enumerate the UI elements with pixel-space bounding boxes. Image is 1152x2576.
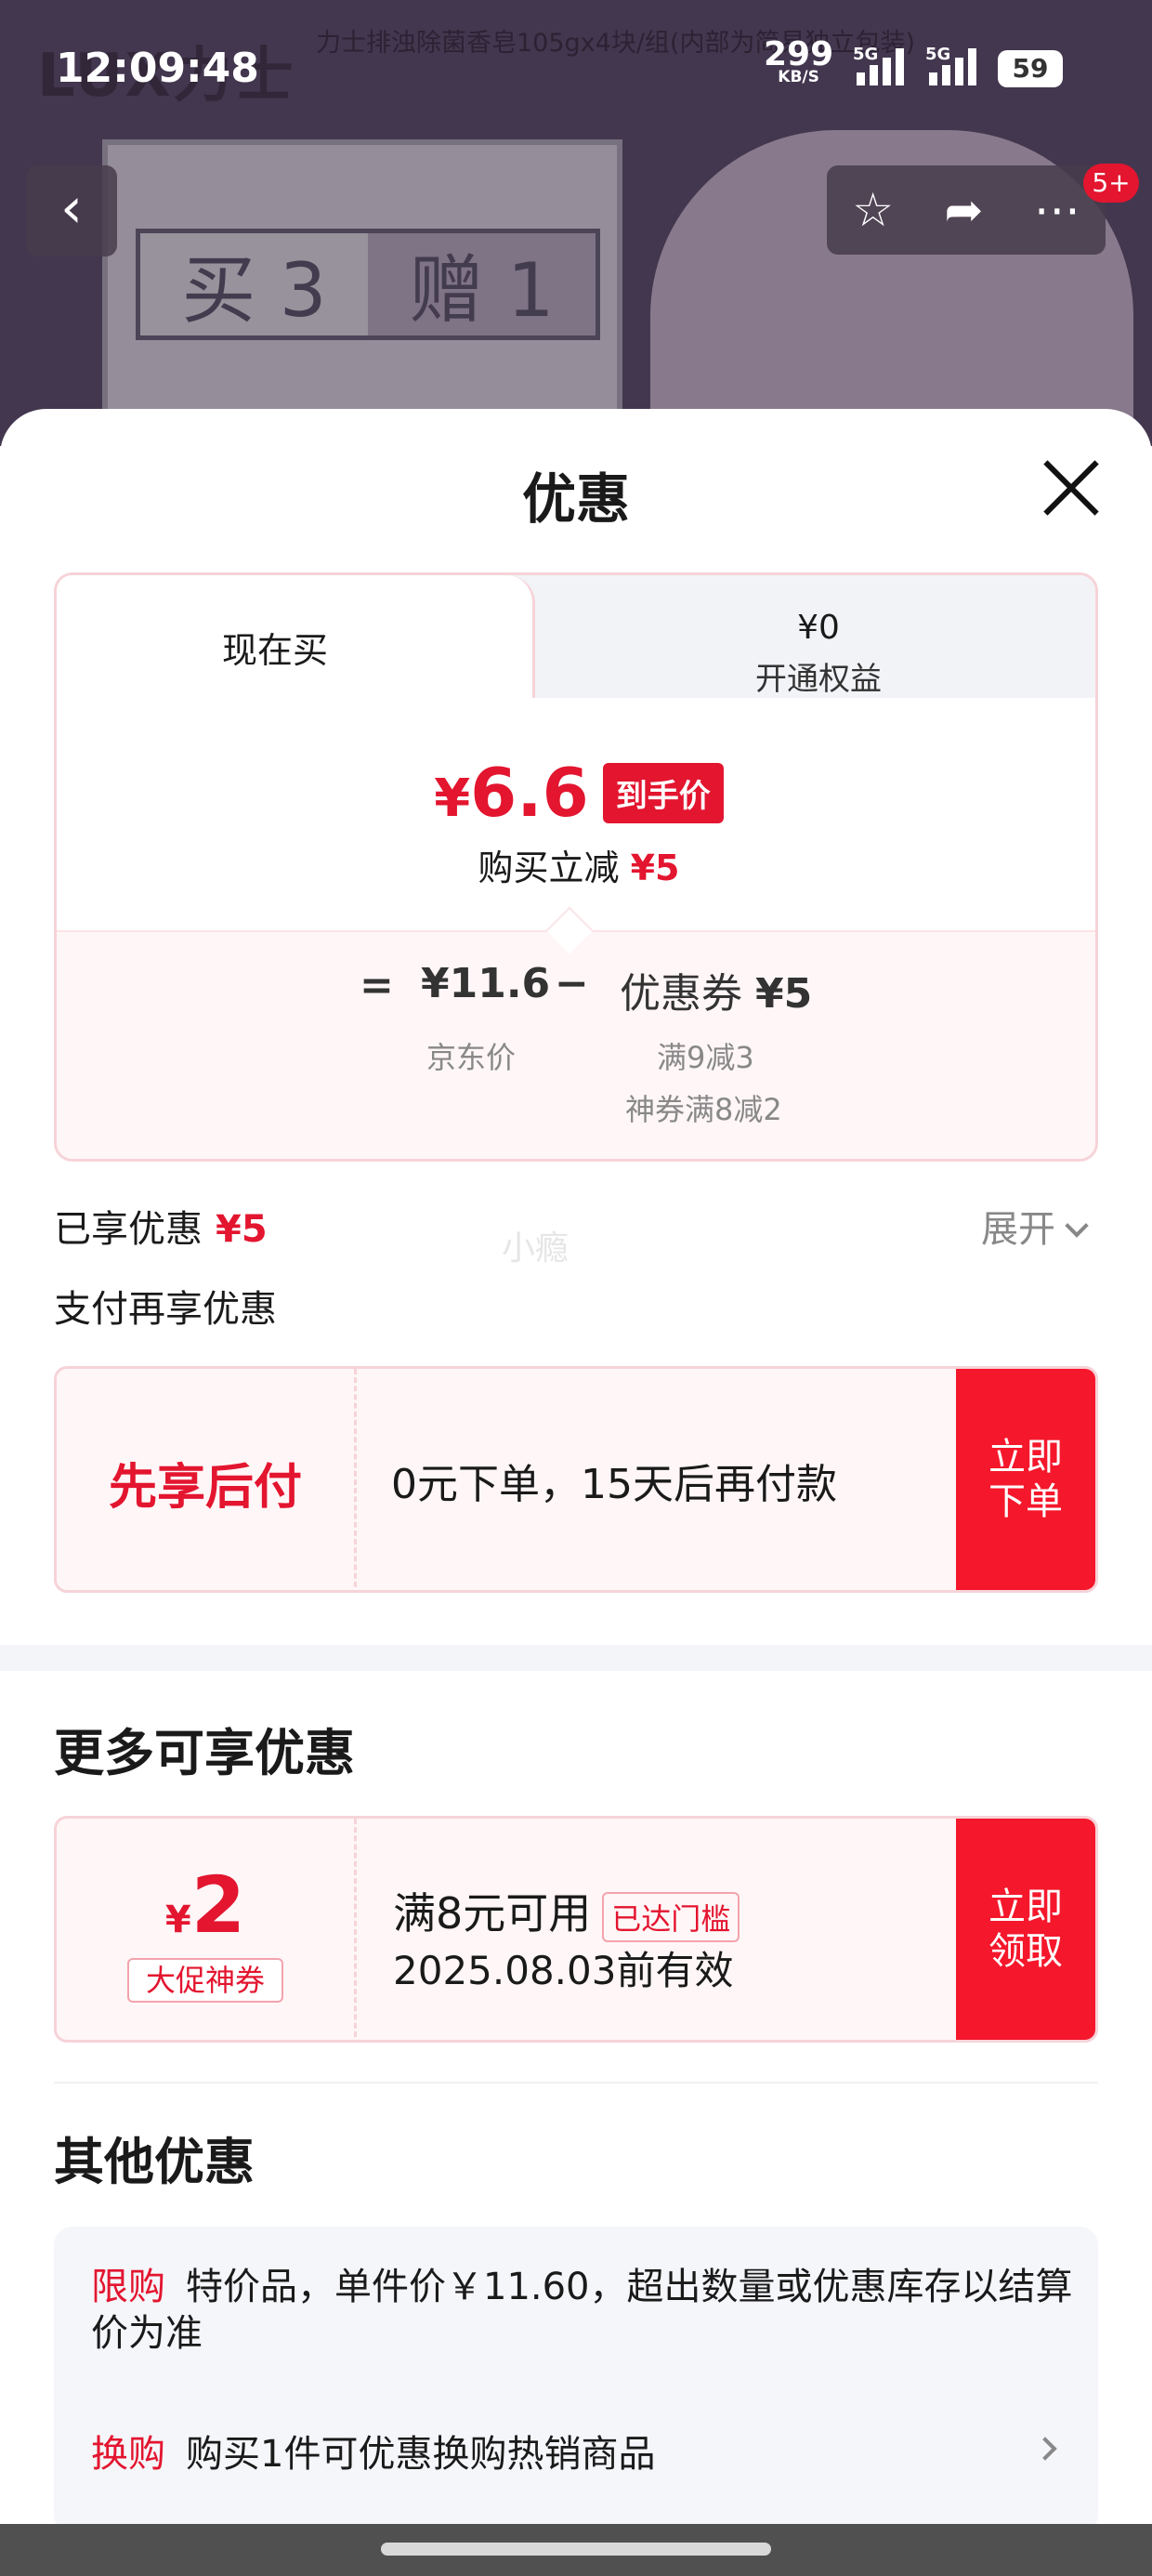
nav-actions: ☆ ➦ ⋯: [827, 165, 1106, 255]
final-price-amount: 6.6: [470, 754, 589, 832]
limit-tag: 限购: [91, 2266, 165, 2308]
final-price-tag: 到手价: [602, 762, 724, 823]
pay-later-title: 先享后付: [108, 1459, 302, 1516]
notification-badge: 5+: [1083, 164, 1139, 203]
section-divider: [0, 1645, 1152, 1671]
jd-price: ¥11.6: [421, 960, 551, 1007]
final-price: ¥6.6: [434, 754, 589, 832]
coupon-card: ¥2 大促神券 满8元可用 已达门槛 2025.08.03前有效 立即 领取: [54, 1816, 1098, 2043]
tab-bar: 现在买 ¥0 开通权益: [57, 575, 1095, 699]
final-price-currency: ¥: [434, 769, 471, 829]
swap-purchase-row[interactable]: 换购 购买1件可优惠换购热销商品: [91, 2424, 655, 2477]
coupon-condition: 满8元可用 已达门槛: [393, 1880, 740, 1942]
jd-price-label: 京东价: [426, 1040, 517, 1075]
coupon-rule-1: 满9减3: [657, 1040, 754, 1075]
coupon-deduction-amount: ¥5: [755, 970, 813, 1018]
chevron-down-icon: [1065, 1214, 1089, 1238]
price-breakdown-card: 现在买 ¥0 开通权益 ¥6.6 到手价 购买立减 ¥5 = ¥11.6 − 优…: [54, 572, 1098, 1162]
pay-later-card: 先享后付 0元下单，15天后再付款 立即 下单: [54, 1366, 1098, 1593]
chevron-left-icon: ‹: [60, 176, 83, 241]
net-speed: 299 KB/S: [764, 38, 833, 86]
reduce-line: 购买立减 ¥5: [57, 839, 1095, 890]
swap-tag: 换购: [91, 2433, 165, 2476]
watermark: 小瘾: [502, 1229, 569, 1268]
reduce-amount: ¥5: [630, 848, 680, 888]
chevron-right-icon[interactable]: [1033, 2437, 1057, 2461]
other-discounts-box: 限购 特价品，单件价￥11.60，超出数量或优惠库存以结算价为准 换购 购买1件可优…: [54, 2227, 1098, 2533]
divider-line: [54, 2082, 1098, 2083]
other-discounts-title: 其他优惠: [54, 2133, 255, 2191]
expand-button[interactable]: 展开: [981, 1199, 1089, 1253]
formula-minus: −: [555, 960, 589, 1007]
claim-line2: 领取: [988, 1930, 1063, 1973]
star-icon[interactable]: ☆: [852, 183, 894, 237]
reduce-label: 购买立减: [478, 848, 620, 888]
status-bar: 12:09:48 299 KB/S 5G 5G 59: [0, 0, 1152, 139]
coupon-value: 2: [190, 1860, 246, 1951]
order-now-button[interactable]: 立即 下单: [956, 1369, 1095, 1590]
limit-text: 特价品，单件价￥11.60，超出数量或优惠库存以结算价为准: [91, 2266, 1073, 2355]
more-icon[interactable]: ⋯: [1034, 183, 1080, 237]
coupon-value-area: ¥2 大促神券: [57, 1819, 354, 2040]
coupon-validity: 2025.08.03前有效: [393, 1948, 734, 1993]
enjoyed-amount: ¥5: [216, 1208, 268, 1251]
threshold-badge: 已达门槛: [602, 1891, 740, 1942]
claim-coupon-button[interactable]: 立即 领取: [956, 1819, 1095, 2040]
pay-later-divider: [354, 1369, 357, 1590]
pay-more-title: 支付再享优惠: [54, 1288, 277, 1331]
signal-icon-2: [929, 46, 976, 85]
coupon-divider: [354, 1819, 357, 2040]
coupon-rule-2: 神券满8减2: [625, 1092, 782, 1127]
swap-text: 购买1件可优惠换购热销商品: [186, 2433, 656, 2476]
claim-line1: 立即: [988, 1886, 1063, 1928]
more-discounts-title: 更多可享优惠: [54, 1724, 355, 1782]
signal-icon: [857, 46, 904, 85]
back-button[interactable]: ‹: [26, 165, 117, 256]
coupon-deduction-label: 优惠券: [620, 970, 742, 1018]
order-now-line2: 下单: [988, 1480, 1063, 1523]
coupon-amount: ¥2: [57, 1860, 354, 1951]
final-price-line: ¥6.6 到手价: [57, 754, 1095, 832]
pay-later-desc: 0元下单，15天后再付款: [391, 1461, 837, 1508]
coupon-deduction: 优惠券 ¥5: [620, 960, 812, 1019]
enjoyed-label: 已享优惠: [54, 1208, 203, 1251]
formula-notch: [545, 906, 594, 954]
order-now-line1: 立即: [988, 1436, 1063, 1479]
home-indicator[interactable]: [381, 2543, 771, 2556]
limit-purchase-info: 限购 特价品，单件价￥11.60，超出数量或优惠库存以结算价为准: [91, 2264, 1076, 2357]
sheet-title: 优惠: [521, 467, 630, 531]
coupon-type-tag: 大促神券: [127, 1958, 283, 2003]
battery-icon: 59: [998, 50, 1063, 87]
coupon-condition-text: 满8元可用: [393, 1888, 592, 1939]
price-formula: = ¥11.6 − 优惠券 ¥5 京东价 满9减3 神券满8减2: [57, 906, 1095, 1159]
tab-buy-now-label: 现在买: [221, 630, 328, 671]
formula-equals: =: [360, 962, 394, 1009]
tab-membership-price[interactable]: ¥0: [540, 609, 1095, 647]
coupon-currency: ¥: [164, 1899, 191, 1941]
tab-membership-label[interactable]: 开通权益: [540, 653, 1095, 699]
share-icon[interactable]: ➦: [944, 183, 983, 237]
expand-label: 展开: [981, 1208, 1055, 1251]
close-icon[interactable]: [1039, 455, 1104, 520]
enjoyed-discount: 已享优惠 ¥5: [54, 1199, 268, 1253]
status-time: 12:09:48: [56, 45, 259, 92]
